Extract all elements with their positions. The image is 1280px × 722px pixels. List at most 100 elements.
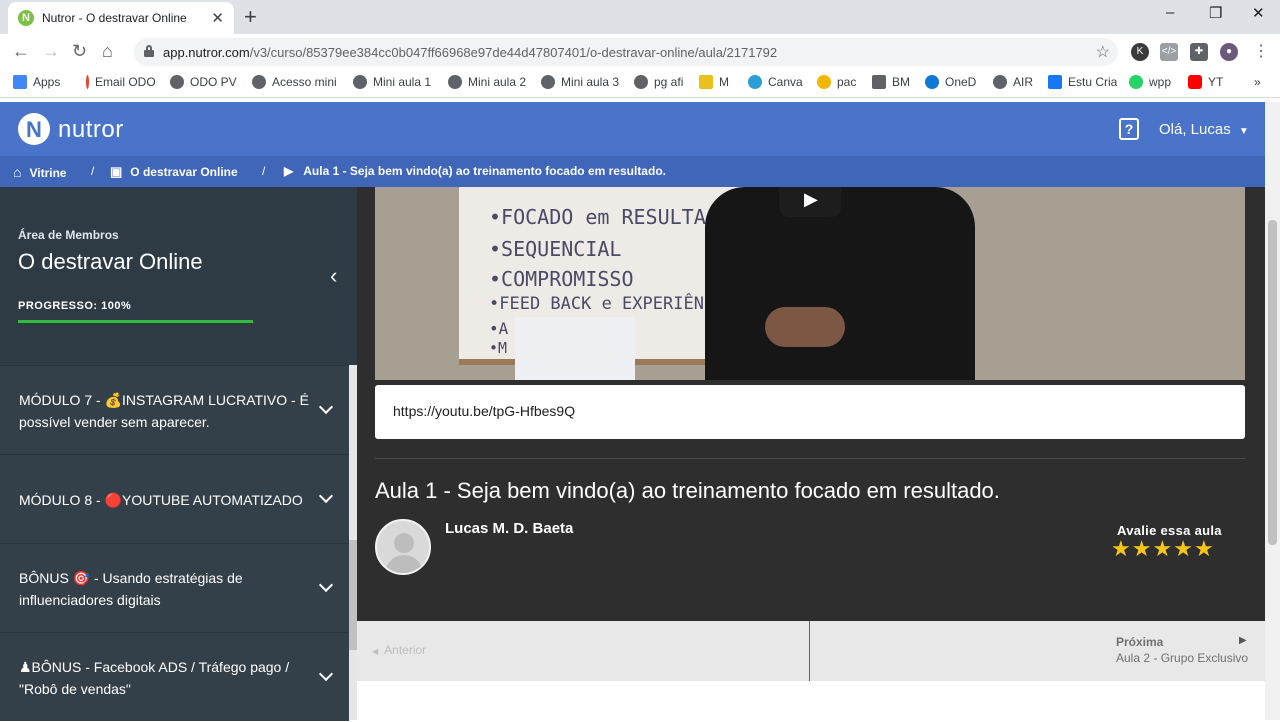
browser-toolbar: ← → ↻ ⌂ app.nutror.com/v3/curso/85379ee3… [0, 34, 1280, 68]
nutror-logo-icon[interactable]: N [18, 113, 50, 145]
sidebar-scroll-thumb[interactable] [349, 540, 357, 650]
facebook-icon [1048, 75, 1062, 89]
breadcrumb-separator: / [91, 164, 95, 178]
code-extension-icon[interactable]: </> [1160, 43, 1178, 61]
star-icon[interactable]: ★ [1111, 536, 1131, 562]
breadcrumb-separator: / [262, 164, 266, 178]
globe-icon [252, 75, 266, 89]
content-footer [357, 681, 1265, 720]
module-7[interactable]: MÓDULO 7 - 💰INSTAGRAM LUCRATIVO - É poss… [0, 365, 349, 454]
new-tab-button[interactable]: + [244, 4, 257, 30]
video-player[interactable]: •FOCADO em RESULTA •SEQUENCIAL •COMPROMI… [375, 187, 1245, 380]
collapse-sidebar-icon[interactable]: ‹ [330, 263, 337, 289]
reload-icon[interactable]: ↻ [72, 41, 87, 62]
bookmark-canva[interactable]: Canva [748, 75, 803, 89]
star-icon[interactable]: ★ [1194, 536, 1214, 562]
module-title: MÓDULO 8 - 🔴YOUTUBE AUTOMATIZADO [19, 491, 303, 508]
tab-title: Nutror - O destravar Online [42, 11, 187, 25]
browser-tab[interactable]: N Nutror - O destravar Online ✕ [8, 2, 234, 34]
breadcrumb-lesson: ▶ Aula 1 - Seja bem vindo(a) ao treinamen… [284, 164, 666, 178]
star-icon[interactable]: ★ [1173, 536, 1193, 562]
sidebar-scrollbar[interactable] [349, 365, 357, 720]
bookmark-oned[interactable]: OneD [925, 75, 976, 89]
progress-label: PROGRESSO: 100% [18, 300, 132, 312]
sidebar-header: Área de Membros O destravar Online ‹ PRO… [0, 187, 357, 365]
bookmark-apps[interactable]: Apps [13, 75, 60, 89]
user-menu[interactable]: Olá, Lucas ▼ [1159, 121, 1249, 138]
back-icon[interactable]: ← [12, 41, 30, 62]
profile-avatar-icon[interactable]: ● [1220, 43, 1238, 61]
video-link[interactable]: https://youtu.be/tpG-Hfbes9Q [393, 403, 575, 419]
bookmark-acesso-mini[interactable]: Acesso mini [252, 75, 337, 89]
chevron-down-icon [318, 666, 334, 682]
bookmark-pg-afi[interactable]: pg afi [634, 75, 683, 89]
presenter-arm [765, 307, 845, 347]
url-text: app.nutror.com/v3/curso/85379ee384cc0b04… [163, 45, 778, 60]
home-icon[interactable]: ⌂ [102, 41, 113, 62]
bookmark-email-odo[interactable]: Email ODO [86, 75, 156, 89]
bookmark-mini-aula-1[interactable]: Mini aula 1 [353, 75, 431, 89]
lesson-title: Aula 1 - Seja bem vindo(a) ao treinament… [375, 478, 1000, 503]
caret-down-icon: ▼ [1238, 126, 1249, 137]
bookmark-mini-aula-3[interactable]: Mini aula 3 [541, 75, 619, 89]
course-title: O destravar Online [18, 249, 203, 274]
chevron-down-icon [318, 399, 334, 415]
extensions-puzzle-icon[interactable]: ✚ [1190, 43, 1208, 61]
logo-text[interactable]: nutror [58, 116, 124, 144]
k-extension-icon[interactable]: K [1131, 43, 1149, 61]
bookmark-mini-aula-2[interactable]: Mini aula 2 [448, 75, 526, 89]
presenter [705, 187, 975, 380]
bookmark-bm[interactable]: BM [872, 75, 910, 89]
bookmark-yt[interactable]: YT [1188, 75, 1223, 89]
module-bonus-influencers[interactable]: BÔNUS 🎯 - Usando estratégias de influenc… [0, 543, 349, 632]
bookmark-air[interactable]: AIR [993, 75, 1033, 89]
bm-site-icon [872, 75, 886, 89]
play-button[interactable]: ▶ [779, 187, 841, 217]
star-icon[interactable]: ★ [1152, 536, 1172, 562]
menu-kebab-icon[interactable]: ⋮ [1252, 43, 1270, 61]
bookmark-m[interactable]: M [699, 75, 729, 89]
breadcrumb-course[interactable]: ▣ O destravar Online [110, 164, 238, 180]
user-silhouette-body [385, 555, 423, 573]
restore-icon[interactable]: ❐ [1209, 4, 1222, 22]
video-link-box: https://youtu.be/tpG-Hfbes9Q [375, 385, 1245, 439]
globe-icon [353, 75, 367, 89]
youtube-icon [1188, 75, 1202, 89]
whatsapp-icon [1129, 75, 1143, 89]
board-line: •SEQUENCIAL [489, 237, 622, 261]
minimize-icon[interactable]: – [1166, 4, 1174, 21]
bookmark-pac[interactable]: pac [817, 75, 856, 89]
email-icon [86, 75, 89, 89]
caret-right-icon: ▶ [1239, 635, 1247, 646]
m-site-icon [699, 75, 713, 89]
page-scrollbar[interactable] [1265, 102, 1280, 720]
module-bonus-facebook-ads[interactable]: ♟BÔNUS - Facebook ADS / Tráfego pago / "… [0, 632, 349, 721]
globe-icon [170, 75, 184, 89]
next-lesson-title: Aula 2 - Grupo Exclusivo [1116, 651, 1249, 665]
bookmark-wpp[interactable]: wpp [1129, 75, 1171, 89]
user-silhouette-icon [394, 533, 414, 553]
bookmark-star-icon[interactable]: ☆ [1096, 42, 1110, 62]
chevron-down-icon [318, 488, 334, 504]
lesson-pager: ◀ Anterior Próxima Aula 2 - Grupo Exclusi… [357, 621, 1265, 681]
previous-lesson-button[interactable]: ◀ Anterior [357, 621, 810, 681]
lesson-content: •FOCADO em RESULTA •SEQUENCIAL •COMPROMI… [357, 187, 1265, 720]
onedrive-cloud-icon [925, 75, 939, 89]
bookmark-odo-pv[interactable]: ODO PV [170, 75, 237, 89]
nutror-favicon-icon: N [18, 10, 34, 26]
breadcrumb: ⌂ Vitrine / ▣ O destravar Online / ▶ Aula 1… [0, 156, 1265, 187]
bookmark-estu-cria[interactable]: Estu Cria [1048, 75, 1117, 89]
breadcrumb-home[interactable]: ⌂ Vitrine [13, 164, 67, 180]
help-icon[interactable]: ? [1119, 118, 1139, 140]
bookmarks-bar: Apps Email ODO ODO PV Acesso mini Mini a… [0, 68, 1280, 98]
close-window-icon[interactable]: ✕ [1252, 4, 1265, 22]
forward-icon[interactable]: → [42, 41, 60, 62]
module-8[interactable]: MÓDULO 8 - 🔴YOUTUBE AUTOMATIZADO [0, 454, 349, 543]
chevron-down-icon [318, 577, 334, 593]
more-bookmarks-icon[interactable]: » [1254, 75, 1261, 89]
module-title: ♟BÔNUS - Facebook ADS / Tráfego pago / "… [19, 658, 290, 697]
star-icon[interactable]: ★ [1132, 536, 1152, 562]
address-bar[interactable]: app.nutror.com/v3/curso/85379ee384cc0b04… [134, 38, 1118, 66]
page-scroll-thumb[interactable] [1268, 220, 1277, 545]
close-tab-icon[interactable]: ✕ [211, 9, 224, 27]
